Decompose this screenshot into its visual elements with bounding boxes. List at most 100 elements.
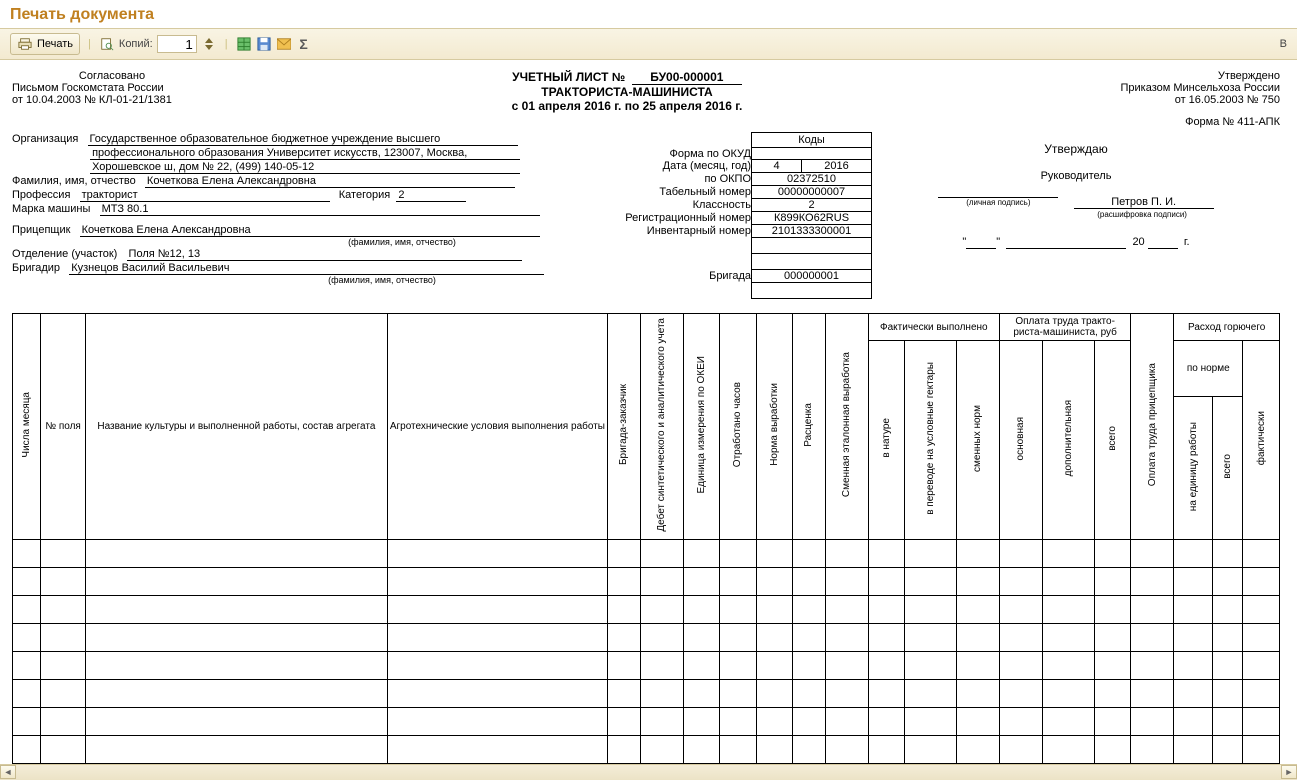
- table-cell[interactable]: [1094, 539, 1131, 567]
- print-button[interactable]: Печать: [10, 33, 80, 55]
- table-cell[interactable]: [1131, 567, 1174, 595]
- table-cell[interactable]: [720, 623, 757, 651]
- table-cell[interactable]: [387, 623, 608, 651]
- table-cell[interactable]: [683, 707, 720, 735]
- table-cell[interactable]: [756, 651, 793, 679]
- table-cell[interactable]: [999, 707, 1042, 735]
- table-cell[interactable]: [1243, 735, 1280, 763]
- table-cell[interactable]: [608, 567, 640, 595]
- table-cell[interactable]: [825, 623, 868, 651]
- table-cell[interactable]: [1094, 651, 1131, 679]
- table-cell[interactable]: [905, 707, 957, 735]
- table-cell[interactable]: [1094, 595, 1131, 623]
- table-cell[interactable]: [793, 735, 825, 763]
- table-cell[interactable]: [1243, 567, 1280, 595]
- table-cell[interactable]: [999, 651, 1042, 679]
- table-cell[interactable]: [956, 707, 999, 735]
- table-cell[interactable]: [1131, 679, 1174, 707]
- table-cell[interactable]: [956, 651, 999, 679]
- table-cell[interactable]: [1213, 623, 1243, 651]
- table-cell[interactable]: [86, 595, 387, 623]
- table-cell[interactable]: [683, 623, 720, 651]
- table-cell[interactable]: [40, 595, 85, 623]
- table-cell[interactable]: [756, 539, 793, 567]
- table-cell[interactable]: [40, 567, 85, 595]
- table-cell[interactable]: [608, 595, 640, 623]
- table-cell[interactable]: [905, 679, 957, 707]
- table-cell[interactable]: [86, 679, 387, 707]
- table-cell[interactable]: [868, 567, 905, 595]
- table-cell[interactable]: [1094, 567, 1131, 595]
- table-cell[interactable]: [13, 539, 41, 567]
- table-cell[interactable]: [868, 539, 905, 567]
- table-cell[interactable]: [387, 735, 608, 763]
- table-cell[interactable]: [756, 679, 793, 707]
- table-cell[interactable]: [905, 735, 957, 763]
- table-cell[interactable]: [1174, 651, 1213, 679]
- sigma-icon[interactable]: Σ: [296, 36, 312, 52]
- table-cell[interactable]: [13, 595, 41, 623]
- table-cell[interactable]: [905, 595, 957, 623]
- table-cell[interactable]: [1043, 539, 1095, 567]
- table-cell[interactable]: [999, 735, 1042, 763]
- table-cell[interactable]: [793, 679, 825, 707]
- table-cell[interactable]: [387, 595, 608, 623]
- table-cell[interactable]: [640, 735, 683, 763]
- table-cell[interactable]: [387, 651, 608, 679]
- table-cell[interactable]: [905, 567, 957, 595]
- table-cell[interactable]: [387, 567, 608, 595]
- table-cell[interactable]: [40, 623, 85, 651]
- table-cell[interactable]: [793, 623, 825, 651]
- table-cell[interactable]: [956, 735, 999, 763]
- table-cell[interactable]: [1213, 539, 1243, 567]
- table-cell[interactable]: [999, 595, 1042, 623]
- save-icon[interactable]: [256, 36, 272, 52]
- preview-icon[interactable]: [99, 36, 115, 52]
- table-cell[interactable]: [683, 735, 720, 763]
- table-cell[interactable]: [1174, 567, 1213, 595]
- table-cell[interactable]: [720, 567, 757, 595]
- table-cell[interactable]: [387, 679, 608, 707]
- table-cell[interactable]: [608, 707, 640, 735]
- table-cell[interactable]: [1243, 539, 1280, 567]
- table-cell[interactable]: [683, 567, 720, 595]
- table-cell[interactable]: [756, 707, 793, 735]
- table-cell[interactable]: [1131, 735, 1174, 763]
- table-cell[interactable]: [905, 651, 957, 679]
- scroll-left-icon[interactable]: ◄: [0, 765, 16, 779]
- table-cell[interactable]: [905, 623, 957, 651]
- table-cell[interactable]: [1043, 679, 1095, 707]
- table-cell[interactable]: [1174, 595, 1213, 623]
- table-cell[interactable]: [868, 735, 905, 763]
- table-cell[interactable]: [86, 735, 387, 763]
- table-cell[interactable]: [1043, 623, 1095, 651]
- table-cell[interactable]: [793, 567, 825, 595]
- table-cell[interactable]: [683, 595, 720, 623]
- table-cell[interactable]: [86, 539, 387, 567]
- table-cell[interactable]: [956, 623, 999, 651]
- table-cell[interactable]: [756, 595, 793, 623]
- table-cell[interactable]: [720, 595, 757, 623]
- table-cell[interactable]: [825, 567, 868, 595]
- table-cell[interactable]: [793, 539, 825, 567]
- table-cell[interactable]: [956, 567, 999, 595]
- table-cell[interactable]: [1094, 707, 1131, 735]
- table-cell[interactable]: [793, 707, 825, 735]
- table-cell[interactable]: [40, 539, 85, 567]
- table-cell[interactable]: [608, 623, 640, 651]
- table-cell[interactable]: [1094, 679, 1131, 707]
- table-cell[interactable]: [13, 567, 41, 595]
- table-cell[interactable]: [1243, 623, 1280, 651]
- table-cell[interactable]: [905, 539, 957, 567]
- table-cell[interactable]: [1043, 707, 1095, 735]
- table-cell[interactable]: [13, 707, 41, 735]
- table-icon[interactable]: [236, 36, 252, 52]
- table-cell[interactable]: [825, 707, 868, 735]
- table-cell[interactable]: [999, 539, 1042, 567]
- table-cell[interactable]: [1213, 707, 1243, 735]
- table-cell[interactable]: [1174, 707, 1213, 735]
- table-cell[interactable]: [1243, 651, 1280, 679]
- table-cell[interactable]: [1131, 623, 1174, 651]
- table-cell[interactable]: [868, 707, 905, 735]
- table-cell[interactable]: [793, 651, 825, 679]
